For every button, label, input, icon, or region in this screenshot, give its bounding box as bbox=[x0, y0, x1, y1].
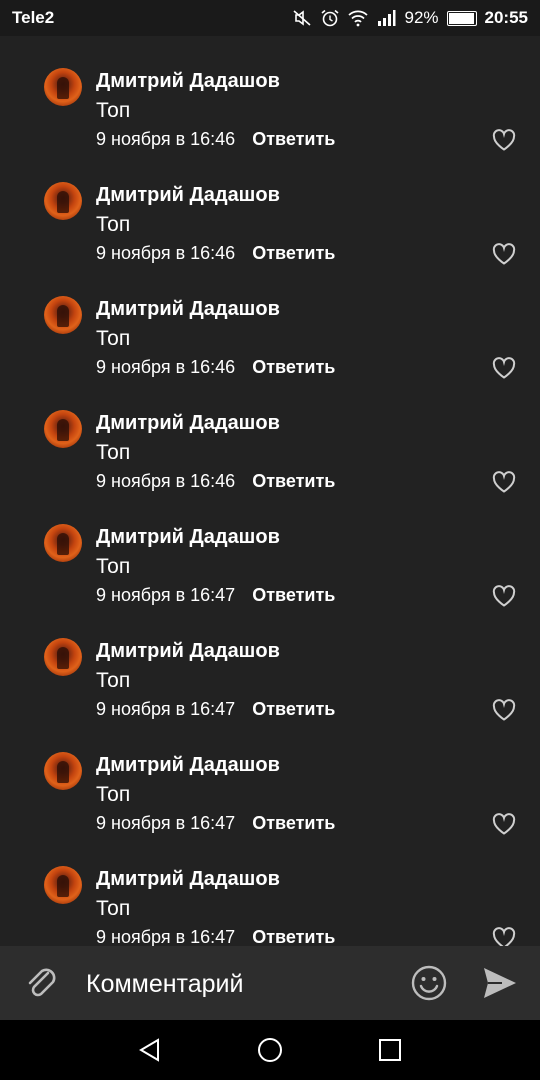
comment-text: Топ bbox=[96, 897, 131, 920]
avatar[interactable] bbox=[44, 68, 82, 106]
reply-button[interactable]: Ответить bbox=[252, 813, 335, 834]
comment-meta: 9 ноября в 16:46 Ответить bbox=[96, 471, 335, 492]
comment-date: 9 ноября в 16:46 bbox=[96, 243, 236, 263]
comments-list[interactable]: Дмитрий Дадашов Топ 9 ноября в 16:46 Отв… bbox=[0, 36, 540, 946]
reply-button[interactable]: Ответить bbox=[252, 585, 335, 606]
comment-author[interactable]: Дмитрий Дадашов bbox=[96, 412, 280, 435]
comment-item: Дмитрий Дадашов Топ 9 ноября в 16:46 Отв… bbox=[0, 264, 540, 379]
heart-icon[interactable] bbox=[492, 357, 516, 379]
comment-text: Топ bbox=[96, 783, 131, 806]
carrier-name: Tele2 bbox=[12, 8, 55, 27]
comment-meta: 9 ноября в 16:47 Ответить bbox=[96, 699, 335, 720]
avatar[interactable] bbox=[44, 752, 82, 790]
comment-author[interactable]: Дмитрий Дадашов bbox=[96, 526, 280, 549]
comment-author[interactable]: Дмитрий Дадашов bbox=[96, 754, 280, 777]
status-icons: 92% 20:55 bbox=[292, 8, 528, 28]
mute-icon bbox=[293, 10, 312, 26]
comment-text: Топ bbox=[96, 441, 131, 464]
comment-meta: 9 ноября в 16:46 Ответить bbox=[96, 243, 335, 264]
comment-meta: 9 ноября в 16:46 Ответить bbox=[96, 129, 335, 150]
comment-item: Дмитрий Дадашов Топ 9 ноября в 16:47 Отв… bbox=[0, 720, 540, 835]
comment-meta: 9 ноября в 16:46 Ответить bbox=[96, 357, 335, 378]
comment-date: 9 ноября в 16:47 bbox=[96, 699, 236, 719]
home-icon[interactable] bbox=[256, 1036, 284, 1064]
comment-author[interactable]: Дмитрий Дадашов bbox=[96, 640, 280, 663]
avatar[interactable] bbox=[44, 524, 82, 562]
comment-text: Топ bbox=[96, 669, 131, 692]
comment-date: 9 ноября в 16:46 bbox=[96, 129, 236, 149]
battery-icon bbox=[446, 10, 477, 26]
wifi-icon bbox=[348, 10, 369, 27]
comment-composer bbox=[0, 946, 540, 1020]
signal-icon bbox=[378, 10, 396, 26]
avatar[interactable] bbox=[44, 410, 82, 448]
comment-author[interactable]: Дмитрий Дадашов bbox=[96, 70, 280, 93]
heart-icon[interactable] bbox=[492, 699, 516, 721]
comment-item: Дмитрий Дадашов Топ 9 ноября в 16:47 Отв… bbox=[0, 834, 540, 946]
comment-item: Дмитрий Дадашов Топ 9 ноября в 16:46 Отв… bbox=[0, 378, 540, 493]
battery-percent: 92% bbox=[404, 8, 439, 27]
back-icon[interactable] bbox=[136, 1036, 164, 1064]
comment-date: 9 ноября в 16:47 bbox=[96, 813, 236, 833]
comment-date: 9 ноября в 16:46 bbox=[96, 471, 236, 491]
reply-button[interactable]: Ответить bbox=[252, 927, 335, 946]
avatar[interactable] bbox=[44, 182, 82, 220]
reply-button[interactable]: Ответить bbox=[252, 243, 335, 264]
comment-date: 9 ноября в 16:46 bbox=[96, 357, 236, 377]
comment-author[interactable]: Дмитрий Дадашов bbox=[96, 868, 280, 891]
reply-button[interactable]: Ответить bbox=[252, 357, 335, 378]
alarm-icon bbox=[321, 9, 339, 27]
comment-author[interactable]: Дмитрий Дадашов bbox=[96, 298, 280, 321]
comment-text: Топ bbox=[96, 99, 131, 122]
comment-item: Дмитрий Дадашов Топ 9 ноября в 16:46 Отв… bbox=[0, 150, 540, 265]
comment-date: 9 ноября в 16:47 bbox=[96, 927, 236, 946]
comment-text: Топ bbox=[96, 327, 131, 350]
status-bar: Tele2 92% 20:55 bbox=[0, 0, 540, 36]
avatar[interactable] bbox=[44, 296, 82, 334]
heart-icon[interactable] bbox=[492, 471, 516, 493]
avatar[interactable] bbox=[44, 866, 82, 904]
avatar[interactable] bbox=[44, 638, 82, 676]
navigation-bar bbox=[0, 1020, 540, 1080]
comment-item: Дмитрий Дадашов Топ 9 ноября в 16:47 Отв… bbox=[0, 492, 540, 607]
reply-button[interactable]: Ответить bbox=[252, 699, 335, 720]
reply-button[interactable]: Ответить bbox=[252, 129, 335, 150]
send-icon[interactable] bbox=[482, 966, 518, 1000]
comment-input[interactable] bbox=[86, 966, 386, 1002]
comment-item: Дмитрий Дадашов Топ 9 ноября в 16:46 Отв… bbox=[0, 36, 540, 151]
reply-button[interactable]: Ответить bbox=[252, 471, 335, 492]
comment-author[interactable]: Дмитрий Дадашов bbox=[96, 184, 280, 207]
comment-date: 9 ноября в 16:47 bbox=[96, 585, 236, 605]
heart-icon[interactable] bbox=[492, 927, 516, 946]
heart-icon[interactable] bbox=[492, 813, 516, 835]
comment-item: Дмитрий Дадашов Топ 9 ноября в 16:47 Отв… bbox=[0, 606, 540, 721]
heart-icon[interactable] bbox=[492, 243, 516, 265]
recents-icon[interactable] bbox=[376, 1036, 404, 1064]
clock: 20:55 bbox=[484, 8, 528, 27]
heart-icon[interactable] bbox=[492, 129, 516, 151]
heart-icon[interactable] bbox=[492, 585, 516, 607]
comment-text: Топ bbox=[96, 213, 131, 236]
comment-meta: 9 ноября в 16:47 Ответить bbox=[96, 585, 335, 606]
comment-text: Топ bbox=[96, 555, 131, 578]
emoji-icon[interactable] bbox=[410, 964, 448, 1002]
paperclip-icon[interactable] bbox=[24, 964, 60, 1002]
comment-meta: 9 ноября в 16:47 Ответить bbox=[96, 813, 335, 834]
comment-meta: 9 ноября в 16:47 Ответить bbox=[96, 927, 335, 946]
